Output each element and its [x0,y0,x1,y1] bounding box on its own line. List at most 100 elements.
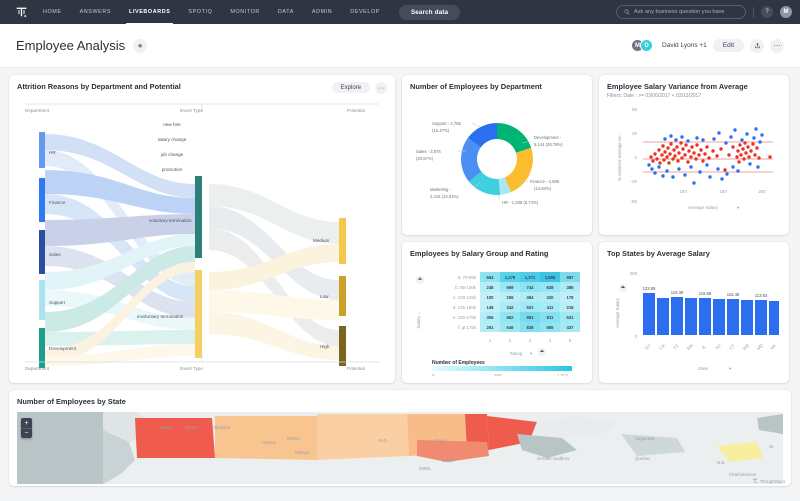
map-label: Greater Sudbury [537,456,570,461]
bar-value-label: 116.68 [699,291,712,296]
nav-items: HOME ANSWERS LIVEBOARDS SPOTIQ MONITOR D… [34,0,389,24]
legend-tick-min: 0 [432,373,435,376]
card-employees-by-department: Number of Employees by Department Suppor… [402,75,592,235]
bars[interactable] [643,293,779,335]
heatmap-cell: 838 [527,325,535,330]
sankey-chart[interactable]: Department Event Type Potential [17,94,387,372]
heatmap-cell: 662 [507,315,515,320]
header-actions: M D David Lyons +1 Edit ⋯ [631,39,784,53]
scatter-ytick: 25 [632,131,637,136]
nav-label: ANSWERS [80,9,111,15]
nav-label: HOME [43,9,62,15]
heatmap-row-label: d: 125-150k [453,305,477,310]
map-label: St. [769,444,774,449]
card-title: Top States by Average Salary [607,249,781,258]
heatmap-row-label: e: 150-175k [453,315,477,320]
heatmap-row-label: c: 100-125k [453,295,477,300]
sankey-node-salarychange: salary change [158,137,187,142]
heatmap-y-axis[interactable]: Salary ... [416,276,424,329]
nav-item-monitor[interactable]: MONITOR [221,0,269,24]
profile-avatar[interactable]: M [780,6,792,18]
nav-item-home[interactable]: HOME [34,0,71,24]
heatmap-cell: 386 [567,285,575,290]
nav-item-develop[interactable]: DEVELOP [341,0,389,24]
card-title: Number of Employees by State [17,397,783,406]
donut-label-marketing-pct: 2,415 (13.51%) [430,194,459,199]
edit-button[interactable]: Edit [713,39,744,52]
svg-text:WA: WA [742,343,750,351]
heatmap-col-label: 4 [549,338,552,343]
help-icon[interactable]: ? [761,6,773,18]
nav-item-liveboards[interactable]: LIVEBOARDS [120,0,179,24]
scatter-ytick: 0 [635,155,638,160]
card-top-states: Top States by Average Salary 200 0 Avera… [599,242,789,383]
bar-ytick: 200 [630,271,638,276]
heatmap-cells[interactable]: 664 1,278 1,371 1,655 987 248 569 744 62… [480,272,580,332]
map-label: N.B. [717,460,726,465]
chevron-down-icon[interactable]: ▾ [729,366,731,371]
donut-label-support: Support - 2,765 [432,121,462,126]
nav-label: SPOTIQ [188,9,212,15]
map-label: Fargo [435,438,447,443]
bar-ylabel: Average Salary [615,297,620,328]
scatter-chart[interactable]: 50 25 0 -25 -50 % variance average sa... [607,99,781,217]
scatter-ytick: 50 [632,107,637,112]
liveboard-grid: Attrition Reasons by Department and Pote… [0,68,800,493]
more-icon[interactable]: ⋯ [770,39,784,53]
bar-value-label: 115.48 [727,292,740,297]
nav-label: MONITOR [230,9,260,15]
heatmap-chart[interactable]: Salary ... a: 70-85k b: 85-100k c: 100-1… [410,258,584,376]
svg-text:CT: CT [728,343,736,351]
map-zoom-out-button[interactable]: − [21,428,32,438]
donut-chart[interactable]: Support - 2,765 (15.47%) Sales - 3,676 (… [410,91,584,219]
collaborators-label: David Lyons +1 [662,42,707,49]
map-zoom-controls[interactable]: + − [21,418,32,438]
map-label: Charlottetown [729,472,757,477]
scatter-ylabel: % variance average sa... [617,133,622,181]
collaborator-avatars[interactable]: M D [631,39,653,52]
nav-item-answers[interactable]: ANSWERS [71,0,120,24]
nav-item-spotiq[interactable]: SPOTIQ [179,0,221,24]
bar-chart[interactable]: 200 0 Average Salary [607,258,781,376]
explore-button[interactable]: Explore [332,82,370,93]
nav-right-group: Ask any business question you have ? M [616,5,792,19]
chevron-down-icon[interactable]: ▾ [530,351,532,356]
map-zoom-in-button[interactable]: + [21,418,32,428]
thoughtspot-logo-icon[interactable] [8,6,34,19]
heatmap-legend-bar [432,366,572,371]
sankey-foot-eventtype: Event Type [180,366,203,371]
bar-value-label: 113.63 [755,293,768,298]
nav-label: ADMIN [312,9,332,15]
map-label: Quebec [635,456,651,461]
card-header: Attrition Reasons by Department and Pote… [17,82,387,94]
map-label: Spokane [213,425,231,430]
heatmap-legend-title: Number of Employees [432,360,485,366]
bar-ytick: 0 [635,334,638,339]
star-icon[interactable]: ★ [133,39,147,53]
svg-text:MA: MA [686,343,694,351]
search-data-button[interactable]: Search data [399,5,460,20]
donut-label-development: Development - [534,135,562,140]
avatar: D [640,39,653,52]
nav-item-admin[interactable]: ADMIN [303,0,341,24]
donut-label-sales: Sales - 3,676 [416,149,441,154]
map-label: N.D. [379,438,388,443]
sankey-node-high: High [320,344,330,349]
more-icon[interactable]: ··· [375,82,387,94]
svg-text:MD: MD [756,343,764,351]
donut-label-finance: Finance - 2,669 [530,179,560,184]
heatmap-cell: 1,278 [505,275,516,280]
nav-divider [753,7,754,18]
chevron-down-icon[interactable]: ▾ [737,205,739,210]
sankey-col-potential: Potential [347,108,365,113]
choropleth-map[interactable]: Seattle WASH. Spokane Helena MONT. Billi… [17,412,783,484]
share-icon[interactable] [750,39,764,53]
map-label: Billings [295,450,310,455]
map-label: Saguenay [635,436,656,441]
nav-item-data[interactable]: DATA [269,0,303,24]
sankey-node-jobchange: job change [160,152,184,157]
heatmap-cell: 364 [527,295,535,300]
heatmap-cell: 248 [487,285,495,290]
svg-text:CA: CA [658,343,666,351]
ask-question-input[interactable]: Ask any business question you have [616,5,746,19]
